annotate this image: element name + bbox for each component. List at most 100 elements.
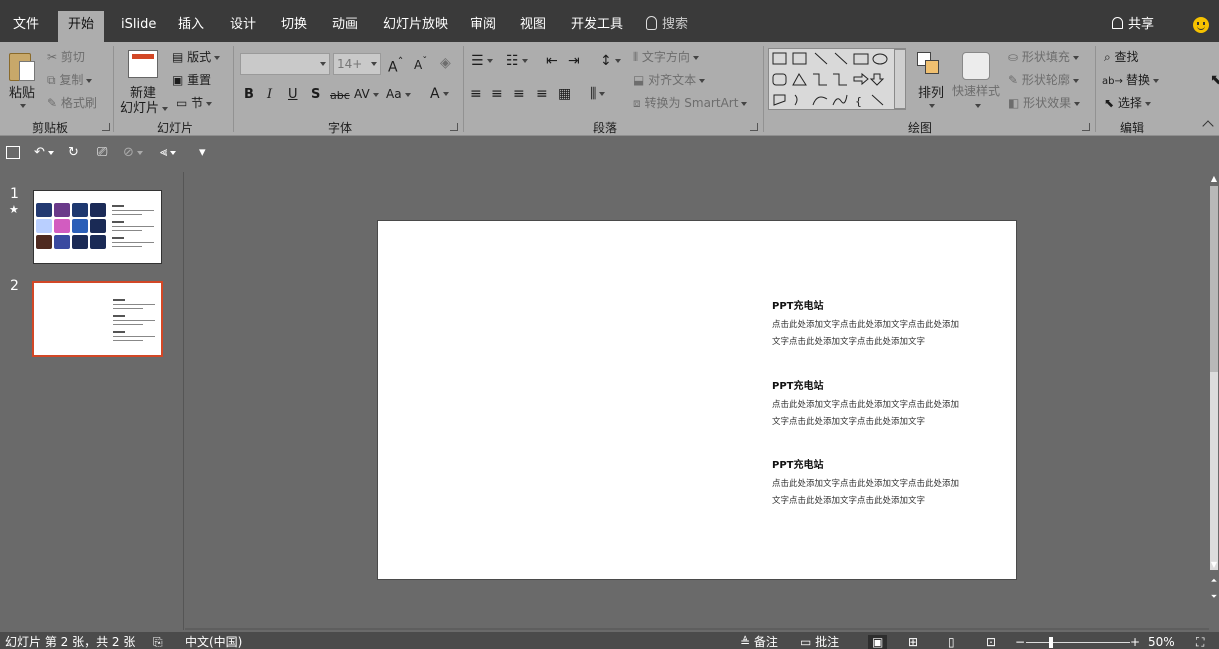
shrink-font-button[interactable]: Aˇ: [414, 56, 427, 72]
disabled-tool-icon[interactable]: ⊘: [123, 144, 143, 162]
increase-indent-icon[interactable]: ⇥: [568, 53, 580, 69]
distributed-icon[interactable]: ▦: [558, 86, 571, 102]
copy-button[interactable]: ⧉ 复制: [47, 71, 93, 88]
slide-thumbnail-2[interactable]: [32, 281, 163, 357]
tab-review[interactable]: 审阅: [460, 11, 506, 42]
character-spacing-button[interactable]: AV: [354, 87, 379, 101]
zoom-slider[interactable]: [1026, 642, 1130, 643]
shapes-gallery[interactable]: {: [768, 48, 906, 110]
zoom-level[interactable]: 50%: [1148, 635, 1175, 649]
section-button[interactable]: ▭ 节: [176, 94, 213, 111]
find-button[interactable]: ⌕ 查找: [1104, 48, 1139, 65]
bold-button[interactable]: B: [244, 87, 254, 102]
notes-button[interactable]: ≜ 备注: [740, 635, 778, 649]
slide-sorter-icon[interactable]: ⊞: [908, 635, 918, 649]
text-block-body-2[interactable]: 点击此处添加文字点击此处添加文字点击此处添加 文字点击此处添加文字点击此处添加文…: [772, 397, 986, 431]
columns-button[interactable]: ⫼: [590, 86, 606, 102]
italic-button[interactable]: I: [267, 87, 272, 102]
new-slide-icon[interactable]: [128, 50, 158, 78]
text-block-title-3[interactable]: PPT充电站: [772, 456, 823, 471]
zoom-in-icon[interactable]: +: [1130, 635, 1140, 649]
drawing-launcher-icon[interactable]: [1082, 123, 1090, 131]
decrease-indent-icon[interactable]: ⇤: [546, 53, 558, 69]
start-from-beginning-icon[interactable]: ⎚: [97, 144, 107, 162]
tab-animations[interactable]: 动画: [322, 11, 368, 42]
text-direction-button[interactable]: ⫴ 文字方向: [633, 48, 699, 65]
quick-styles-dropdown-icon[interactable]: [972, 98, 981, 112]
justify-icon[interactable]: ≡: [536, 86, 548, 102]
tab-design[interactable]: 设计: [220, 11, 266, 42]
select-button[interactable]: ⬉ 选择: [1104, 94, 1151, 111]
scroll-thumb[interactable]: [1210, 372, 1218, 570]
paste-dropdown-icon[interactable]: [17, 98, 26, 112]
tell-me-search[interactable]: 搜索: [646, 11, 688, 39]
redo-icon[interactable]: ↻: [68, 144, 79, 162]
text-block-body-1[interactable]: 点击此处添加文字点击此处添加文字点击此处添加 文字点击此处添加文字点击此处添加文…: [772, 317, 986, 351]
tab-developer[interactable]: 开发工具: [561, 11, 633, 42]
spelling-check-icon[interactable]: ⎘: [153, 635, 163, 649]
quick-styles-button[interactable]: 快速样式: [952, 82, 1000, 99]
collapse-ribbon-icon[interactable]: [1202, 120, 1214, 132]
zoom-slider-knob[interactable]: [1049, 637, 1053, 648]
align-text-button[interactable]: ⬓ 对齐文本: [633, 71, 706, 88]
new-slide-label-2[interactable]: 幻灯片: [120, 97, 169, 116]
reading-view-icon[interactable]: ▯: [948, 635, 955, 649]
paragraph-launcher-icon[interactable]: [750, 123, 758, 131]
scroll-down-icon[interactable]: ▼: [1210, 560, 1218, 570]
line-spacing-button[interactable]: ↕: [600, 53, 621, 69]
format-painter-button[interactable]: ✎ 格式刷: [47, 94, 97, 111]
fit-to-window-icon[interactable]: ⛶: [1196, 635, 1204, 649]
text-block-body-3[interactable]: 点击此处添加文字点击此处添加文字点击此处添加 文字点击此处添加文字点击此处添加文…: [772, 476, 986, 510]
shapes-gallery-scroll[interactable]: [894, 49, 906, 109]
notes-splitter[interactable]: [185, 628, 1209, 630]
arrange-dropdown-icon[interactable]: [926, 98, 935, 112]
bullets-button[interactable]: ☰: [471, 53, 493, 69]
tab-file[interactable]: 文件: [3, 11, 49, 42]
shape-effects-button[interactable]: ◧ 形状效果: [1008, 94, 1081, 111]
tab-view[interactable]: 视图: [510, 11, 556, 42]
slideshow-view-icon[interactable]: ⊡: [986, 635, 996, 649]
align-objects-icon[interactable]: ⫷: [160, 144, 177, 162]
align-left-icon[interactable]: ≡: [470, 86, 482, 102]
layout-button[interactable]: ▤ 版式: [172, 48, 221, 65]
undo-icon[interactable]: ↶: [34, 144, 54, 162]
text-shadow-button[interactable]: S: [311, 87, 320, 102]
previous-slide-icon[interactable]: ⏶: [1210, 576, 1218, 586]
language-status[interactable]: 中文(中国): [185, 635, 242, 649]
text-block-title-2[interactable]: PPT充电站: [772, 377, 823, 392]
replace-button[interactable]: ab→ 替换: [1102, 71, 1160, 88]
clipboard-launcher-icon[interactable]: [102, 123, 110, 131]
reset-button[interactable]: ▣ 重置: [172, 71, 211, 88]
tab-islide[interactable]: iSlide: [111, 11, 166, 42]
tab-slideshow[interactable]: 幻灯片放映: [373, 11, 458, 42]
grow-font-button[interactable]: Aˆ: [388, 55, 403, 76]
tab-transitions[interactable]: 切换: [271, 11, 317, 42]
strikethrough-button[interactable]: abc: [330, 89, 350, 102]
current-slide[interactable]: PPT充电站 点击此处添加文字点击此处添加文字点击此处添加 文字点击此处添加文字…: [377, 220, 1017, 580]
text-block-title-1[interactable]: PPT充电站: [772, 297, 823, 312]
font-launcher-icon[interactable]: [450, 123, 458, 131]
align-right-icon[interactable]: ≡: [513, 86, 525, 102]
save-icon[interactable]: [6, 146, 20, 159]
share-button[interactable]: 共享: [1112, 11, 1154, 39]
shape-outline-button[interactable]: ✎ 形状轮廓: [1008, 71, 1079, 88]
font-name-combobox[interactable]: [240, 53, 330, 75]
next-slide-icon[interactable]: ⏷: [1210, 592, 1218, 602]
numbering-button[interactable]: ☷: [506, 53, 528, 69]
cut-button[interactable]: ✂ 剪切: [47, 48, 85, 65]
shape-fill-button[interactable]: ⛀ 形状填充: [1008, 48, 1079, 65]
arrange-icon[interactable]: [917, 52, 943, 78]
comments-button[interactable]: ▭ 批注: [800, 635, 839, 649]
feedback-smiley-icon[interactable]: [1193, 17, 1209, 33]
zoom-out-icon[interactable]: −: [1015, 635, 1025, 649]
font-color-button[interactable]: A: [430, 86, 449, 102]
convert-smartart-button[interactable]: ⧈ 转换为 SmartArt: [633, 94, 748, 111]
tab-home[interactable]: 开始: [58, 11, 105, 42]
font-size-combobox[interactable]: 14+: [333, 53, 381, 75]
clear-formatting-icon[interactable]: ◈: [440, 55, 451, 71]
vertical-scrollbar[interactable]: ▲ ▼ ⏶ ⏷: [1209, 172, 1219, 630]
normal-view-icon[interactable]: ▣: [868, 635, 888, 649]
align-center-icon[interactable]: ≡: [491, 86, 503, 102]
underline-button[interactable]: U: [288, 87, 298, 102]
quick-styles-icon[interactable]: [962, 52, 990, 80]
